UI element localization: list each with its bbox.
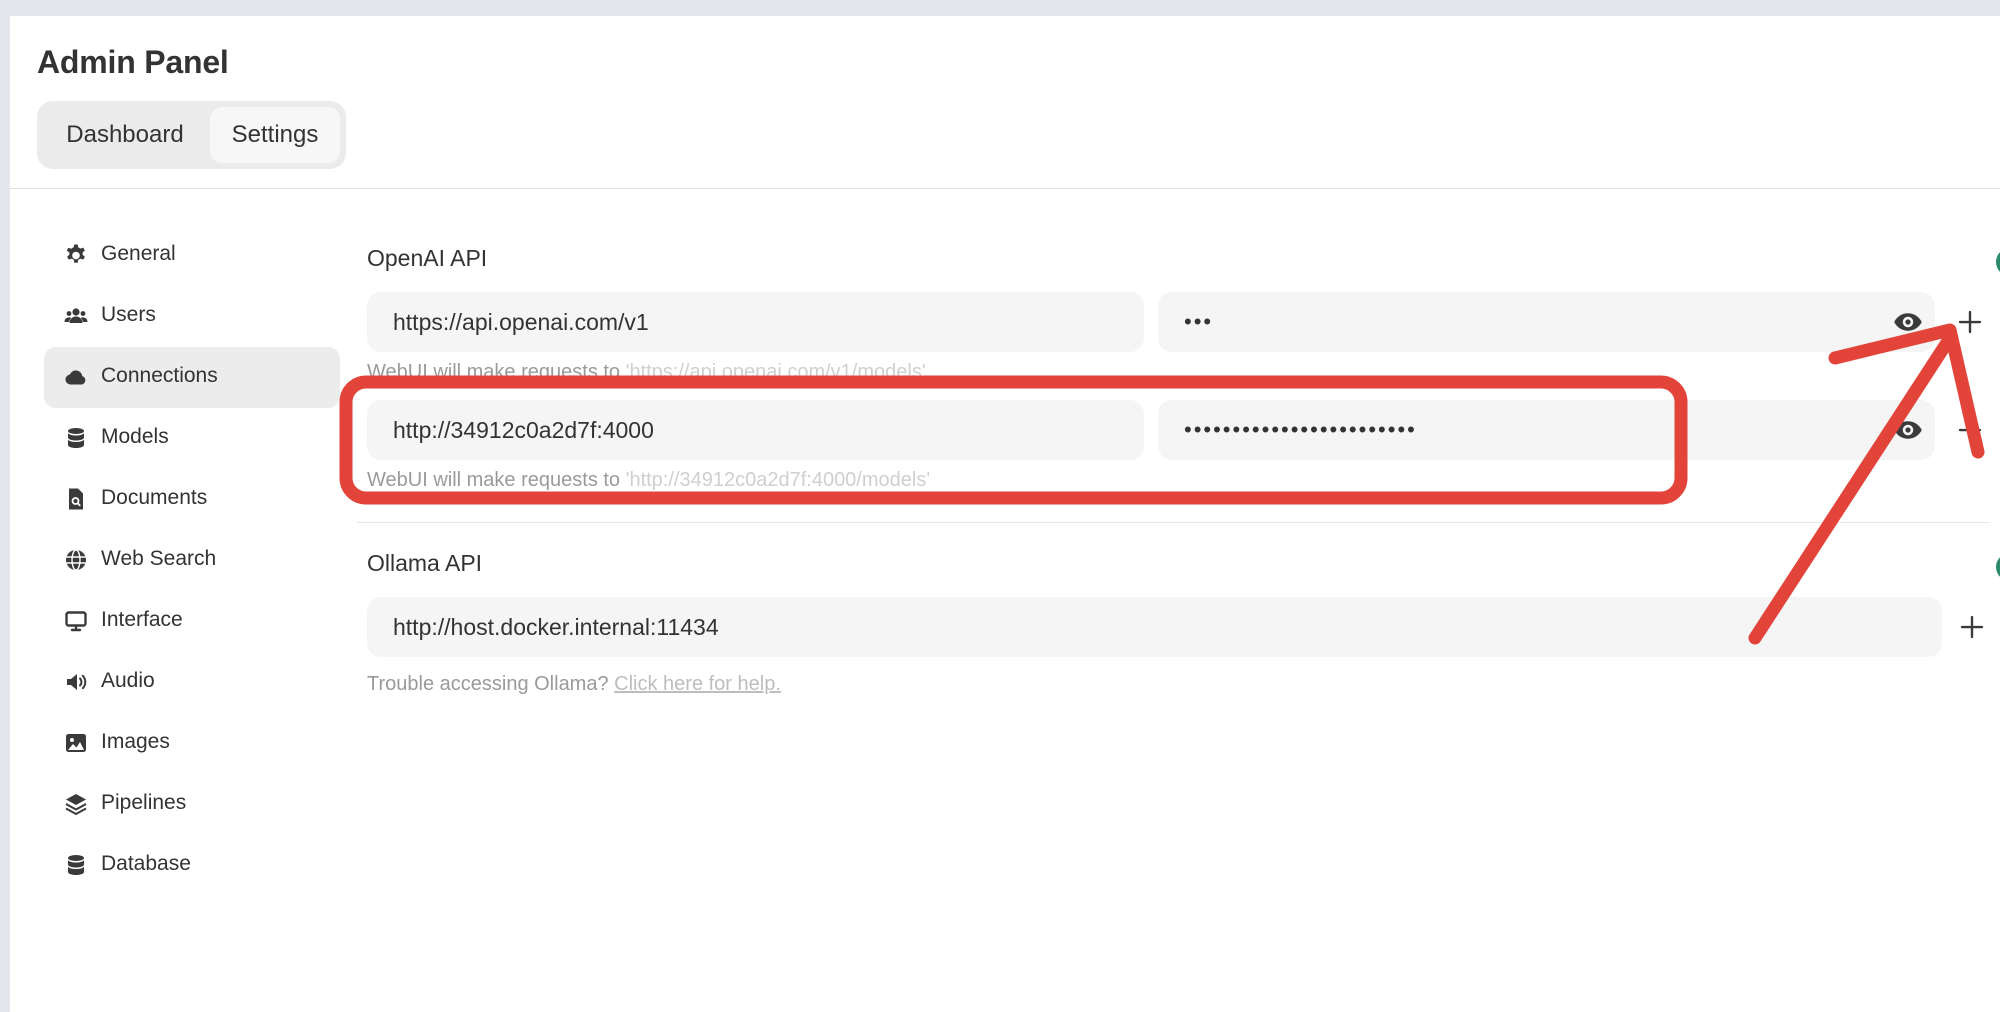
sidebar-item-label: Database	[101, 852, 191, 875]
sidebar-item-database[interactable]: Database	[44, 835, 340, 896]
sidebar-item-label: General	[101, 242, 176, 265]
sidebar-item-interface[interactable]: Interface	[44, 591, 340, 652]
gear-icon	[66, 244, 85, 263]
sidebar-item-label: Web Search	[101, 547, 217, 570]
sidebar-item-label: Users	[101, 303, 156, 326]
openai-request-hint: WebUI will make requests to 'https://api…	[367, 361, 926, 384]
openai-request-hint: WebUI will make requests to 'http://3491…	[367, 469, 930, 492]
cloud-icon	[65, 370, 86, 385]
sidebar-item-label: Audio	[101, 669, 155, 692]
sidebar-item-label: Connections	[101, 364, 218, 387]
users-icon	[64, 308, 88, 323]
sidebar-item-general[interactable]: General	[44, 225, 340, 286]
sidebar-item-label: Interface	[101, 608, 183, 631]
sidebar-item-label: Documents	[101, 486, 208, 509]
remove-openai-connection-button[interactable]	[1955, 415, 1985, 445]
sidebar-item-label: Pipelines	[101, 791, 187, 814]
sidebar-item-models[interactable]: Models	[44, 408, 340, 469]
hint-prefix: WebUI will make requests to	[367, 469, 626, 491]
eye-icon[interactable]	[1893, 307, 1923, 337]
database-icon	[68, 428, 84, 448]
add-openai-connection-button[interactable]	[1955, 307, 1985, 337]
database-icon	[68, 855, 84, 875]
section-divider	[357, 522, 1990, 523]
tab-bar: Dashboard Settings	[37, 101, 346, 169]
openai-url-input[interactable]: http://34912c0a2d7f:4000	[367, 400, 1144, 460]
sidebar-item-documents[interactable]: Documents	[44, 469, 340, 530]
globe-icon	[66, 549, 86, 571]
hint-prefix: WebUI will make requests to	[367, 361, 626, 383]
openai-api-title: OpenAI API	[367, 245, 488, 271]
monitor-icon	[65, 611, 87, 632]
eye-icon[interactable]	[1893, 415, 1923, 445]
image-icon	[66, 734, 86, 752]
admin-panel: Admin Panel Dashboard Settings General U…	[10, 16, 2000, 1012]
speaker-icon	[67, 674, 87, 690]
ollama-api-title: Ollama API	[367, 550, 483, 576]
ollama-url-input[interactable]: http://host.docker.internal:11434	[367, 597, 1942, 657]
header-divider	[10, 188, 2000, 189]
sidebar-item-label: Models	[101, 425, 169, 448]
ollama-help-text: Trouble accessing Ollama? Click here for…	[367, 673, 781, 696]
openai-key-input[interactable]: •••	[1158, 292, 1935, 352]
sidebar-item-pipelines[interactable]: Pipelines	[44, 774, 340, 835]
tab-dashboard[interactable]: Dashboard	[43, 107, 207, 163]
layers-icon	[65, 794, 87, 815]
sidebar-item-audio[interactable]: Audio	[44, 652, 340, 713]
document-search-icon	[69, 488, 83, 510]
sidebar-item-users[interactable]: Users	[44, 286, 340, 347]
hint-url: 'http://34912c0a2d7f:4000/models'	[625, 469, 931, 491]
sidebar-item-web-search[interactable]: Web Search	[44, 530, 340, 591]
tab-settings[interactable]: Settings	[210, 107, 340, 163]
window-top-strip	[0, 0, 2000, 16]
help-prefix: Trouble accessing Ollama?	[367, 673, 609, 695]
sidebar-item-images[interactable]: Images	[44, 713, 340, 774]
page-title: Admin Panel	[37, 44, 229, 80]
openai-url-input[interactable]: https://api.openai.com/v1	[367, 292, 1144, 352]
add-ollama-connection-button[interactable]	[1957, 612, 1987, 642]
ollama-help-link[interactable]: Click here for help.	[614, 673, 781, 695]
openai-key-input[interactable]: ••••••••••••••••••••••••	[1158, 400, 1935, 460]
sidebar-item-label: Images	[101, 730, 170, 753]
hint-url: 'https://api.openai.com/v1/models'	[625, 361, 926, 383]
sidebar-item-connections[interactable]: Connections	[44, 347, 340, 408]
